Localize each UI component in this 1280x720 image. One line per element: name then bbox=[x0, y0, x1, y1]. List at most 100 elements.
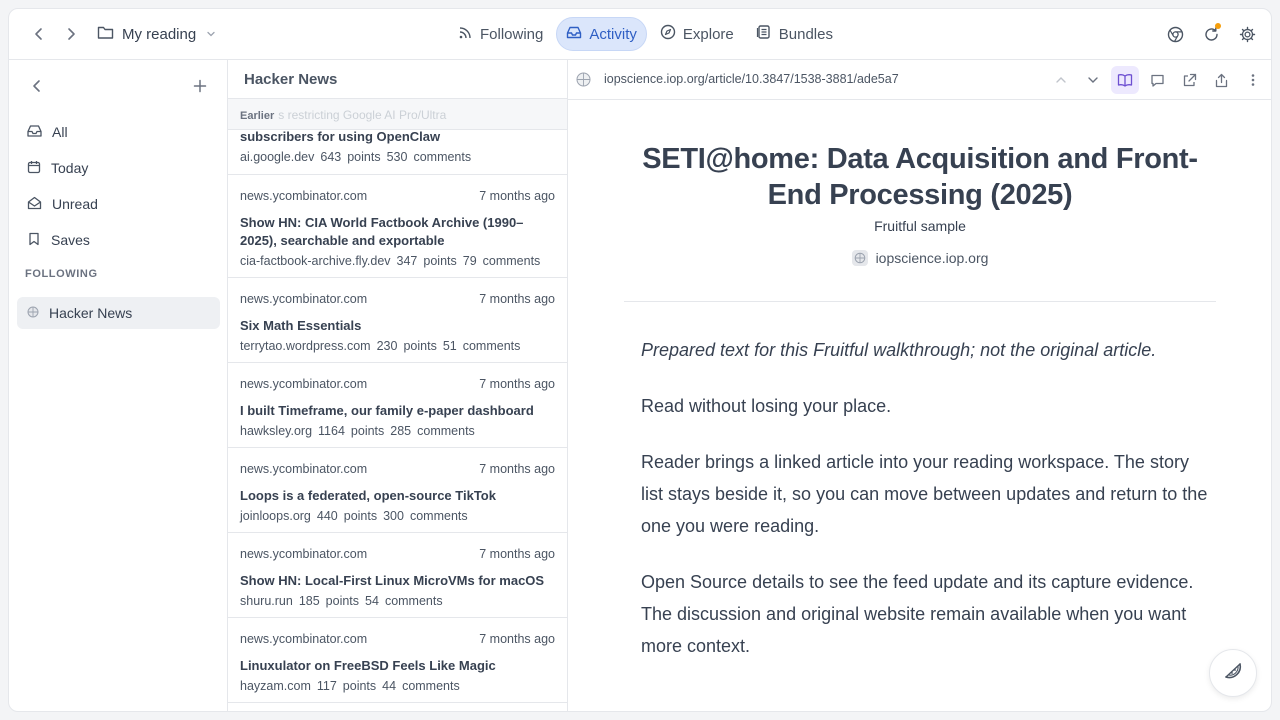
globe-icon bbox=[851, 250, 868, 266]
previous-story-icon[interactable] bbox=[1047, 66, 1075, 94]
following-section-title: FOLLOWING bbox=[25, 268, 98, 280]
tab-activity[interactable]: Activity bbox=[556, 17, 647, 51]
story-comments: 285 bbox=[390, 424, 412, 438]
story-comments: 51 bbox=[442, 339, 457, 353]
list-item[interactable]: news.ycombinator.com 7 months ago Show HN… bbox=[228, 175, 567, 278]
story-title: Loops is a federated, open-source TikTok bbox=[240, 488, 496, 503]
app-window: My reading Following Activity Explore Bu… bbox=[8, 8, 1272, 712]
article-paragraph: Read without losing your place. bbox=[641, 396, 892, 416]
list-item[interactable]: news.ycombinator.com 7 months ago I built… bbox=[228, 363, 567, 448]
article-url[interactable]: iopscience.iop.org/article/10.3847/1538-… bbox=[604, 72, 899, 86]
comments-icon[interactable] bbox=[1143, 66, 1171, 94]
back-icon[interactable] bbox=[27, 22, 51, 46]
story-points: 440 bbox=[316, 509, 338, 523]
sidebar: All Today Unread Saves FOLLOWING Hacker … bbox=[9, 60, 228, 711]
workspace-selector[interactable]: My reading bbox=[97, 21, 216, 47]
sidebar-item-label: Hacker News bbox=[49, 305, 133, 321]
envelope-open-icon bbox=[27, 196, 42, 213]
story-time: 7 months ago bbox=[479, 377, 555, 391]
sidebar-item-unread[interactable]: Unread bbox=[17, 188, 220, 220]
article-source[interactable]: iopscience.iop.org bbox=[624, 250, 1216, 266]
story-comments: 79 bbox=[462, 254, 477, 268]
inbox-icon bbox=[566, 25, 582, 44]
comments-label: comments bbox=[384, 594, 443, 608]
story-source: news.ycombinator.com bbox=[240, 292, 368, 306]
list-item[interactable]: news.ycombinator.com 7 months ago Linuxul… bbox=[228, 618, 567, 703]
story-source: news.ycombinator.com bbox=[240, 462, 368, 476]
globe-icon bbox=[27, 305, 39, 321]
story-title: Show HN: Local-First Linux MicroVMs for … bbox=[240, 573, 545, 588]
list-title: Hacker News bbox=[244, 70, 338, 88]
story-time: 7 months ago bbox=[479, 292, 555, 306]
share-icon[interactable] bbox=[1207, 66, 1235, 94]
story-domain: terrytao.wordpress.com bbox=[240, 339, 371, 353]
points-label: points bbox=[350, 424, 385, 438]
open-external-icon[interactable] bbox=[1175, 66, 1203, 94]
collapse-sidebar-icon[interactable] bbox=[25, 74, 49, 98]
scrolled-title-fragment: s restricting Google AI Pro/Ultra bbox=[278, 108, 447, 122]
story-points: 185 bbox=[298, 594, 320, 608]
sidebar-item-label: Today bbox=[51, 160, 89, 176]
points-label: points bbox=[343, 509, 378, 523]
list-item[interactable] bbox=[228, 703, 567, 711]
comments-label: comments bbox=[413, 150, 472, 164]
sidebar-header bbox=[9, 60, 227, 112]
gear-icon[interactable] bbox=[1235, 22, 1259, 46]
tab-following[interactable]: Following bbox=[449, 17, 552, 51]
story-domain: joinloops.org bbox=[240, 509, 311, 523]
story-source: news.ycombinator.com bbox=[240, 547, 368, 561]
sidebar-item-label: Unread bbox=[52, 196, 98, 212]
tab-label: Bundles bbox=[778, 25, 833, 43]
more-options-icon[interactable] bbox=[1239, 66, 1267, 94]
top-right-controls bbox=[1163, 22, 1259, 46]
reader-toolbar bbox=[1047, 66, 1267, 94]
list-item[interactable]: subscribers for using OpenClaw ai.google… bbox=[228, 129, 567, 175]
globe-icon bbox=[576, 72, 591, 92]
story-title: Linuxulator on FreeBSD Feels Like Magic bbox=[240, 658, 496, 673]
sidebar-item-today[interactable]: Today bbox=[17, 152, 220, 184]
story-source: news.ycombinator.com bbox=[240, 189, 368, 203]
sidebar-item-saves[interactable]: Saves bbox=[17, 224, 220, 256]
comments-label: comments bbox=[462, 339, 521, 353]
browser-icon[interactable] bbox=[1163, 22, 1187, 46]
folder-icon bbox=[97, 25, 114, 44]
comments-label: comments bbox=[482, 254, 541, 268]
story-points: 230 bbox=[376, 339, 398, 353]
sidebar-item-hacker-news[interactable]: Hacker News bbox=[17, 297, 220, 329]
article-paragraph: Open Source details to see the feed upda… bbox=[641, 572, 1194, 656]
story-source: news.ycombinator.com bbox=[240, 632, 368, 646]
comments-label: comments bbox=[409, 509, 468, 523]
chevron-down-icon bbox=[206, 26, 216, 43]
article-body: Prepared text for this Fruitful walkthro… bbox=[641, 334, 1211, 686]
story-list: Hacker News subscribers for using OpenCl… bbox=[228, 60, 568, 711]
story-comments: 530 bbox=[386, 150, 408, 164]
main-tabs: Following Activity Explore Bundles bbox=[449, 17, 842, 51]
forward-icon[interactable] bbox=[59, 22, 83, 46]
story-domain: shuru.run bbox=[240, 594, 293, 608]
tab-bundles[interactable]: Bundles bbox=[747, 17, 842, 51]
add-icon[interactable] bbox=[188, 74, 212, 98]
fruit-action-button[interactable] bbox=[1209, 649, 1257, 697]
url-bar: iopscience.iop.org/article/10.3847/1538-… bbox=[568, 60, 1271, 100]
article-title: SETI@home: Data Acquisition and Front-En… bbox=[642, 143, 1198, 211]
story-stats: ai.google.dev 643 points 530 comments bbox=[240, 150, 555, 164]
list-item[interactable]: news.ycombinator.com 7 months ago Six Mat… bbox=[228, 278, 567, 363]
story-time: 7 months ago bbox=[479, 189, 555, 203]
reader-pane: iopscience.iop.org/article/10.3847/1538-… bbox=[568, 60, 1271, 711]
article-paragraph: Prepared text for this Fruitful walkthro… bbox=[641, 340, 1157, 360]
group-label: Earlier bbox=[240, 110, 275, 122]
next-story-icon[interactable] bbox=[1079, 66, 1107, 94]
refresh-icon[interactable] bbox=[1199, 22, 1223, 46]
bundle-icon bbox=[756, 24, 772, 44]
points-label: points bbox=[347, 150, 381, 164]
sidebar-item-all[interactable]: All bbox=[17, 116, 220, 148]
story-domain: hayzam.com bbox=[240, 679, 311, 693]
list-item[interactable]: news.ycombinator.com 7 months ago Loops i… bbox=[228, 448, 567, 533]
points-label: points bbox=[342, 679, 377, 693]
tab-explore[interactable]: Explore bbox=[651, 17, 743, 51]
notification-dot bbox=[1215, 23, 1221, 29]
list-item[interactable]: news.ycombinator.com 7 months ago Show HN… bbox=[228, 533, 567, 618]
story-comments: 300 bbox=[383, 509, 404, 523]
reader-view-icon[interactable] bbox=[1111, 66, 1139, 94]
top-bar: My reading Following Activity Explore Bu… bbox=[9, 9, 1271, 60]
